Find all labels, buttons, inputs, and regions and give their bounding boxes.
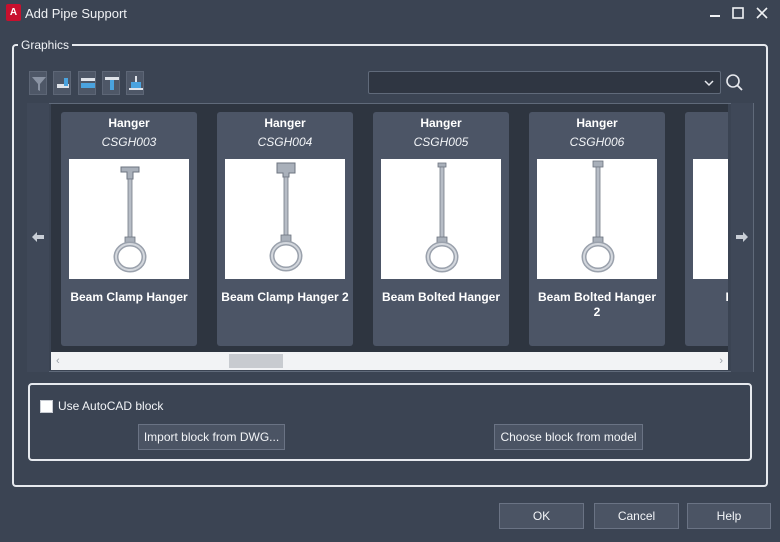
gallery-scrollbar[interactable]: ‹ ›: [51, 352, 728, 370]
support-card[interactable]: Hanger CSGH005 Beam Bolted Hanger: [373, 112, 509, 346]
search-button[interactable]: [723, 71, 745, 94]
gallery-prev-button[interactable]: [27, 103, 49, 372]
arrow-right-icon: [736, 232, 748, 242]
import-block-button[interactable]: Import block from DWG...: [138, 424, 285, 450]
pipe-vertical-button[interactable]: [126, 71, 144, 95]
pipe-elbow-icon: [57, 78, 69, 88]
magnifier-icon: [726, 74, 743, 91]
card-category: Hanger: [576, 116, 618, 130]
maximize-icon: [732, 7, 744, 19]
autocad-app-icon: A: [6, 4, 21, 21]
card-category: Hanger: [420, 116, 462, 130]
minimize-icon: [710, 15, 720, 17]
help-button[interactable]: Help: [687, 503, 771, 529]
card-code: CSGH004: [257, 135, 313, 149]
support-card[interactable]: Beam w...: [685, 112, 728, 346]
graphics-group-label: Graphics: [18, 38, 73, 52]
pipe-horizontal-button[interactable]: [78, 71, 96, 95]
card-name: Beam Bolted Hanger 2: [537, 290, 657, 319]
support-card[interactable]: Hanger CSGH006 Beam Bolted Hanger 2: [529, 112, 665, 346]
title-bar: A Add Pipe Support: [0, 0, 780, 26]
scroll-left-icon[interactable]: ‹: [56, 355, 60, 367]
bolted-hanger-image: [381, 159, 501, 279]
clamp-hanger-image: [69, 159, 189, 279]
pipe-top-button[interactable]: [102, 71, 120, 95]
cancel-button[interactable]: Cancel: [594, 503, 679, 529]
card-name: Beam w...: [689, 290, 728, 305]
scrollbar-thumb[interactable]: [229, 354, 283, 368]
scroll-right-icon[interactable]: ›: [719, 355, 723, 367]
card-category: Hanger: [264, 116, 306, 130]
gallery-list: Hanger CSGH003 Beam Clamp Hanger Hanger …: [51, 104, 728, 352]
support-card[interactable]: Hanger CSGH003 Beam Clamp Hanger: [61, 112, 197, 346]
card-code: CSGH006: [569, 135, 625, 149]
card-category: Hanger: [108, 116, 150, 130]
clamp-hanger-image: [225, 159, 345, 279]
filter-icon: [32, 77, 46, 91]
arrow-left-icon: [32, 232, 44, 242]
card-code: CSGH003: [101, 135, 157, 149]
choose-block-button[interactable]: Choose block from model: [494, 424, 643, 450]
support-card[interactable]: Hanger CSGH004 Beam Clamp Hanger 2: [217, 112, 353, 346]
pipe-elbow-button[interactable]: [53, 71, 71, 95]
block-group: [28, 383, 752, 461]
card-name: Beam Clamp Hanger 2: [221, 290, 349, 304]
pipe-top-icon: [105, 77, 119, 90]
close-icon: [756, 7, 768, 19]
filter-button[interactable]: [29, 71, 47, 95]
close-button[interactable]: [752, 4, 772, 22]
card-name: Beam Bolted Hanger: [381, 290, 501, 304]
use-autocad-block-checkbox[interactable]: [40, 400, 53, 413]
chevron-down-icon: [704, 80, 714, 87]
search-combo[interactable]: [368, 71, 721, 94]
maximize-button[interactable]: [728, 4, 748, 22]
use-autocad-block-label[interactable]: Use AutoCAD block: [58, 399, 163, 413]
pipe-horizontal-icon: [81, 78, 95, 88]
minimize-button[interactable]: [705, 4, 725, 22]
pipe-vertical-icon: [129, 76, 143, 90]
card-name: Beam Clamp Hanger: [70, 290, 188, 304]
card-code: CSGH005: [413, 135, 469, 149]
gallery-next-button[interactable]: [731, 103, 753, 372]
bolted-hanger-image: [537, 159, 657, 279]
window-title: Add Pipe Support: [25, 6, 127, 21]
support-image: [693, 159, 728, 279]
ok-button[interactable]: OK: [499, 503, 584, 529]
